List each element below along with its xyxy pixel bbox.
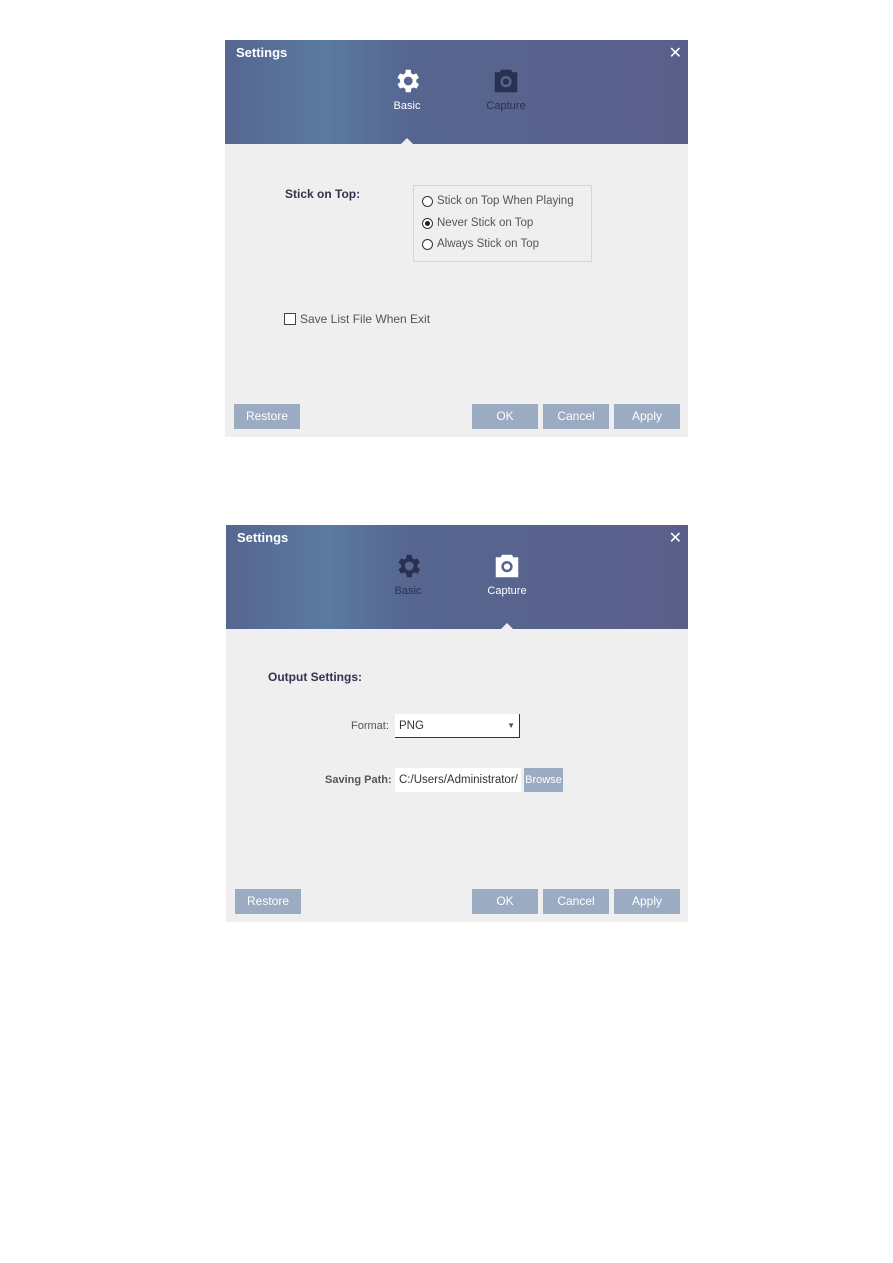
gear-icon: [397, 69, 419, 93]
radio-label: Stick on Top When Playing: [437, 195, 574, 207]
radio-never-stick[interactable]: Never Stick on Top: [422, 217, 533, 229]
radio-always-stick[interactable]: Always Stick on Top: [422, 238, 539, 250]
cancel-button[interactable]: Cancel: [543, 889, 609, 914]
settings-window-basic: Settings ✕ Basic Capture Stick on Top: S…: [225, 40, 688, 437]
chevron-down-icon: ▼: [507, 721, 515, 730]
ok-button[interactable]: OK: [472, 404, 538, 429]
header: Settings ✕ Basic Capture: [226, 525, 688, 629]
format-label: Format:: [351, 720, 389, 732]
close-icon[interactable]: ✕: [669, 43, 682, 63]
tab-label: Capture: [487, 585, 527, 597]
tab-basic[interactable]: Basic: [372, 66, 442, 112]
cancel-button[interactable]: Cancel: [543, 404, 609, 429]
restore-button[interactable]: Restore: [235, 889, 301, 914]
radio-label: Always Stick on Top: [437, 238, 540, 250]
checkbox-label: Save List File When Exit: [300, 312, 431, 326]
format-select[interactable]: PNG ▼: [395, 714, 520, 738]
restore-button[interactable]: Restore: [234, 404, 300, 429]
saving-path-label: Saving Path:: [325, 774, 392, 786]
settings-window-capture: Settings ✕ Basic Capture Output Settings…: [226, 525, 688, 922]
saving-path-input[interactable]: C:/Users/Administrator/: [395, 768, 521, 792]
browse-button[interactable]: Browse: [524, 768, 563, 792]
tab-label: Basic: [394, 585, 422, 597]
radio-label: Never Stick on Top: [437, 217, 534, 229]
tab-label: Capture: [486, 100, 526, 112]
header: Settings ✕ Basic Capture: [225, 40, 688, 144]
window-title: Settings: [237, 530, 289, 545]
tab-capture[interactable]: Capture: [472, 551, 542, 597]
active-tab-caret: [401, 138, 413, 144]
radio-stick-when-playing[interactable]: Stick on Top When Playing: [422, 195, 574, 207]
camera-icon: [494, 69, 518, 93]
tab-label: Basic: [393, 100, 421, 112]
tab-capture[interactable]: Capture: [471, 66, 541, 112]
save-list-checkbox[interactable]: Save List File When Exit: [284, 312, 430, 326]
ok-button[interactable]: OK: [472, 889, 538, 914]
active-tab-caret: [501, 623, 513, 629]
format-value: PNG: [399, 720, 424, 732]
output-settings-heading: Output Settings:: [268, 670, 362, 684]
gear-icon: [398, 554, 420, 578]
apply-button[interactable]: Apply: [614, 404, 680, 429]
stick-on-top-label: Stick on Top:: [285, 187, 361, 201]
close-icon[interactable]: ✕: [669, 528, 682, 548]
apply-button[interactable]: Apply: [614, 889, 680, 914]
stick-on-top-group: Stick on Top When Playing Never Stick on…: [413, 185, 592, 262]
tab-basic[interactable]: Basic: [373, 551, 443, 597]
camera-icon: [495, 554, 519, 578]
window-title: Settings: [236, 45, 288, 60]
